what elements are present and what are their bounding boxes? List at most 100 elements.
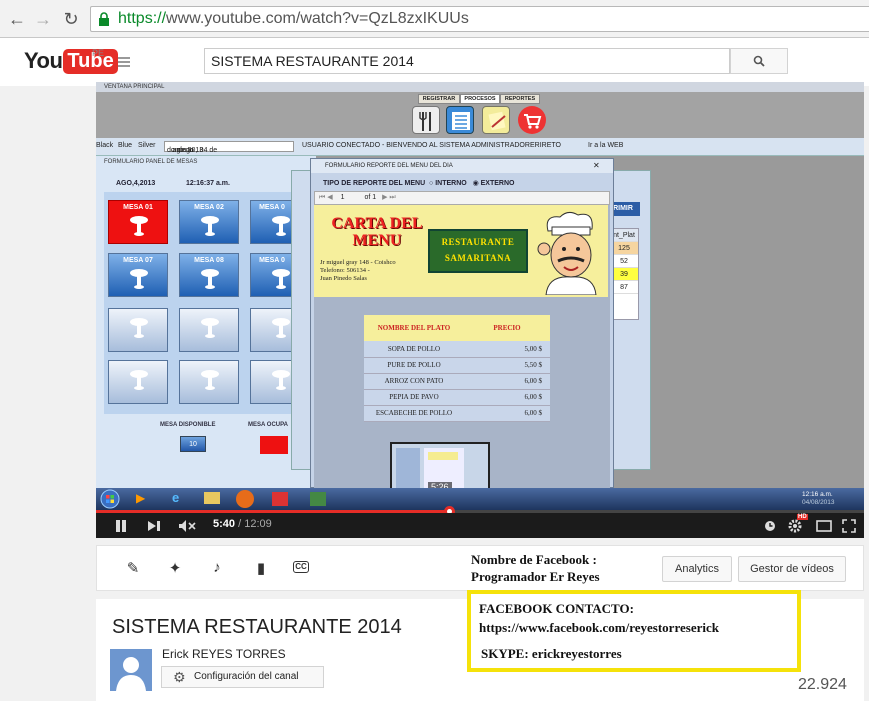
pause-icon[interactable]	[114, 519, 128, 533]
guide-menu-icon[interactable]	[118, 57, 132, 67]
annotations-icon[interactable]: ▮	[251, 559, 271, 579]
menu-header-name: NOMBRE DEL PLATO	[364, 315, 464, 341]
web-link: Ir a la WEB	[588, 142, 624, 149]
restaurant-info: Jr miguel gray 148 - Coishco Telefono: 5…	[320, 259, 396, 282]
tab-procesos: PROCESOS	[460, 94, 500, 104]
url-path: www.youtube.com/watch?v=QzL8zxIKUUs	[166, 10, 469, 27]
channel-name[interactable]: Erick REYES TORRES	[162, 647, 286, 661]
menu-table: NOMBRE DEL PLATO PRECIO SOPA DE POLLO 5,0…	[364, 315, 550, 422]
theme-black: Black	[96, 142, 114, 149]
chef-illustration	[537, 211, 597, 295]
available-count: 10	[180, 436, 206, 452]
menu-header: CARTA DEL MENU Jr miguel gray 148 - Cois…	[314, 205, 608, 297]
table-icon	[201, 370, 219, 390]
windows-start-icon	[100, 489, 120, 509]
mesas-date: AGO,4,2013	[116, 180, 156, 187]
edit-pencil-icon[interactable]: ✎	[123, 559, 143, 579]
theater-mode-icon[interactable]	[816, 520, 832, 532]
list-icon	[446, 106, 474, 134]
utensils-icon	[412, 106, 440, 134]
mesa-empty	[179, 360, 239, 404]
analytics-button[interactable]: Analytics	[662, 556, 732, 582]
legend-occupied: MESA OCUPA	[248, 422, 289, 428]
region-code: PE	[92, 48, 105, 58]
tab-registrar: REGISTRAR	[418, 94, 460, 104]
report-window-title: FORMULARIO REPORTE DEL MENU DEL DIA	[311, 159, 613, 173]
report-toolbar: ⏮ ◀ 1 of 1 ▶ ⏭	[314, 191, 610, 205]
back-icon[interactable]: ←	[6, 8, 28, 30]
side-value: 87	[610, 281, 638, 294]
theme-silver: Silver	[138, 142, 156, 149]
side-header: nt_Plat	[610, 229, 638, 242]
report-page: 1	[340, 194, 345, 201]
option-interno: INTERNO	[435, 180, 467, 187]
hd-badge: HD	[797, 514, 808, 520]
settings-gear-icon[interactable]	[788, 519, 802, 533]
mesa-empty	[108, 360, 168, 404]
side-value: 125	[610, 242, 638, 255]
captions-cc-icon[interactable]: CC	[293, 561, 309, 573]
report-type: TIPO DE REPORTE DEL MENU ○ INTERNO ◉ EXT…	[323, 180, 515, 187]
logo-you: You	[24, 48, 63, 73]
video-manager-button[interactable]: Gestor de vídeos	[738, 556, 846, 582]
table-icon	[130, 269, 148, 289]
time-display: 5:40 / 12:09	[213, 518, 272, 530]
mesa-09: MESA 0	[250, 253, 294, 297]
next-icon[interactable]	[146, 519, 162, 533]
menu-header-price: PRECIO	[464, 315, 550, 341]
duration: / 12:09	[238, 518, 272, 530]
video-title: SISTEMA RESTAURANTE 2014	[112, 616, 402, 638]
table-icon	[130, 370, 148, 390]
mesa-empty	[250, 308, 294, 352]
mesas-window: FORMULARIO PANEL DE MESAS AGO,4,2013 12:…	[96, 156, 316, 488]
cart-icon	[518, 106, 546, 134]
avatar[interactable]	[110, 649, 152, 691]
mesa-08: MESA 08	[179, 253, 239, 297]
audio-note-icon[interactable]: ♪	[207, 559, 227, 579]
mesa-01: MESA 01	[108, 200, 168, 244]
mesas-time: 12:16:37 a.m.	[186, 180, 230, 187]
reload-icon[interactable]: ↻	[60, 8, 82, 30]
enhance-wand-icon[interactable]: ✦	[165, 559, 185, 579]
table-row: PURE DE POLLO 5,50 $	[364, 357, 550, 374]
contact-facebook-label: FACEBOOK CONTACTO:	[479, 601, 634, 616]
forward-icon[interactable]: →	[32, 8, 54, 30]
table-icon	[130, 318, 148, 338]
carta-title: CARTA DEL MENU	[331, 215, 423, 249]
url-scheme: https://	[118, 10, 167, 27]
table-icon	[130, 216, 148, 236]
mesa-empty	[179, 308, 239, 352]
app-ribbon: REGISTRAR PROCESOS REPORTES	[96, 92, 864, 138]
app2-taskbar-icon	[310, 492, 326, 506]
search-input[interactable]: SISTEMA RESTAURANTE 2014	[204, 48, 730, 74]
gear-icon: ⚙	[173, 669, 186, 685]
mute-icon[interactable]	[178, 519, 196, 533]
logo-tube: Tube	[63, 48, 118, 74]
contact-facebook-url: https://www.facebook.com/reyestorreseric…	[479, 620, 719, 635]
table-row: PEPIA DE PAVO 6,00 $	[364, 389, 550, 406]
search-button[interactable]	[730, 48, 788, 74]
fullscreen-icon[interactable]	[842, 519, 856, 533]
creator-action-bar: ✎ ✦ ♪ ▮ CC Nombre de Facebook : Programa…	[96, 545, 864, 591]
firefox-icon	[236, 490, 254, 508]
mesas-window-title: FORMULARIO PANEL DE MESAS	[104, 159, 198, 165]
current-time: 5:40	[213, 518, 236, 530]
report-window: FORMULARIO REPORTE DEL MENU DEL DIA ✕ TI…	[310, 158, 614, 489]
address-bar[interactable]: https://www.youtube.com/watch?v=QzL8zxIK…	[90, 6, 869, 32]
report-page-total: of 1	[364, 194, 377, 201]
table-icon	[272, 269, 290, 289]
watch-later-icon[interactable]	[764, 520, 776, 532]
table-row: SOPA DE POLLO 5,00 $	[364, 341, 550, 358]
table-icon	[201, 216, 219, 236]
table-icon	[272, 318, 290, 338]
video-player[interactable]: VENTANA PRINCIPAL REGISTRAR PROCESOS REP…	[96, 82, 864, 538]
channel-settings-button[interactable]: ⚙ Configuración del canal	[161, 666, 324, 688]
tab-reportes: REPORTES	[500, 94, 540, 104]
user-name: ERIRETO	[530, 142, 561, 149]
side-value: 52	[610, 255, 638, 268]
search-icon	[753, 55, 765, 67]
legend-available: MESA DISPONIBLE	[160, 422, 216, 428]
table-icon	[201, 318, 219, 338]
theme-blue: Blue	[118, 142, 133, 149]
ie-icon: e	[172, 490, 180, 505]
